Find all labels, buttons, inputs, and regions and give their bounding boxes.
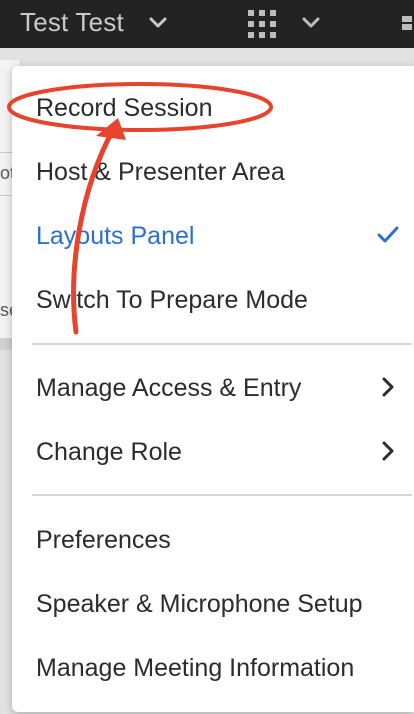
menu-item-label: Layouts Panel [36, 222, 195, 250]
top-bar: Test Test [0, 0, 414, 48]
menu-item-manage-access-entry[interactable]: Manage Access & Entry [12, 360, 414, 416]
menu-item-label: Preferences [36, 526, 171, 554]
menu-item-label: Record Session [36, 94, 213, 122]
menu-item-label: Change Role [36, 438, 182, 466]
menu-item-label: Speaker & Microphone Setup [36, 590, 363, 618]
menu-item-switch-to-prepare-mode[interactable]: Switch To Prepare Mode [12, 272, 414, 328]
chevron-right-icon [382, 377, 394, 397]
menu-item-label: Host & Presenter Area [36, 158, 285, 186]
apps-grid-icon[interactable] [247, 9, 277, 39]
menu-divider [32, 343, 412, 345]
partial-icon [402, 16, 412, 30]
menu-item-label: Manage Access & Entry [36, 374, 302, 402]
chevron-down-icon[interactable] [147, 12, 169, 34]
menu-item-speaker-microphone-setup[interactable]: Speaker & Microphone Setup [12, 576, 414, 632]
menu-item-label: Switch To Prepare Mode [36, 286, 308, 314]
menu-item-change-role[interactable]: Change Role [12, 424, 414, 480]
dropdown-menu: Record Session Host & Presenter Area Lay… [12, 66, 414, 712]
menu-item-record-session[interactable]: Record Session [12, 80, 414, 136]
menu-item-layouts-panel[interactable]: Layouts Panel [12, 208, 414, 264]
menu-item-host-presenter-area[interactable]: Host & Presenter Area [12, 144, 414, 200]
menu-divider [32, 494, 412, 496]
menu-item-manage-meeting-information[interactable]: Manage Meeting Information [12, 640, 414, 696]
menu-item-preferences[interactable]: Preferences [12, 512, 414, 568]
chevron-right-icon [382, 441, 394, 461]
app-screen: Test Test ot se Record Session Host & Pr… [0, 0, 414, 714]
checkmark-icon [377, 226, 399, 243]
chevron-down-icon[interactable] [300, 12, 322, 34]
user-name[interactable]: Test Test [20, 7, 124, 38]
menu-item-label: Manage Meeting Information [36, 654, 355, 682]
